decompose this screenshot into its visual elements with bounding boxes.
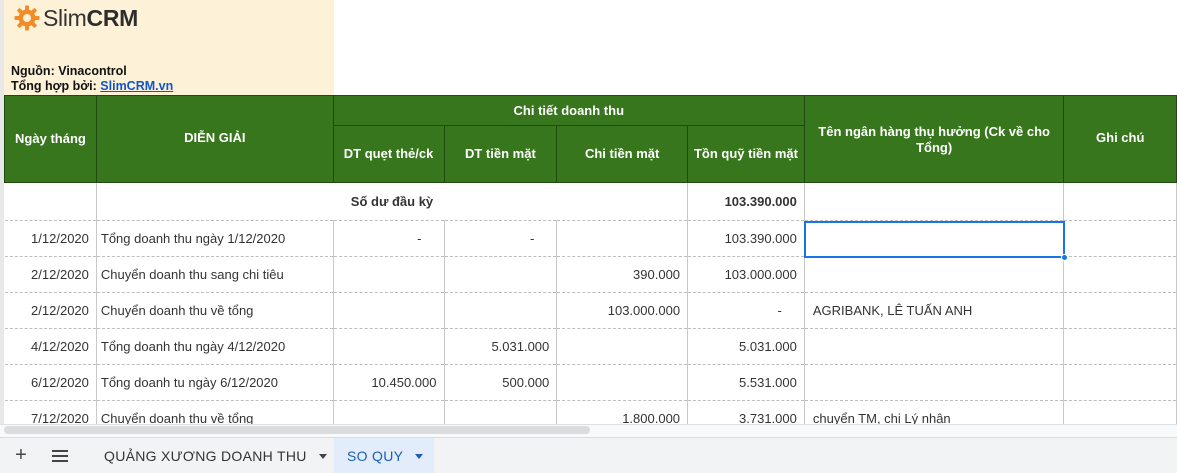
cell-card[interactable]: [333, 328, 445, 365]
cell-balance[interactable]: 5.031.000: [687, 328, 805, 365]
cell-balance[interactable]: 103.000.000: [687, 256, 805, 293]
cell-date[interactable]: 2/12/2020: [4, 256, 97, 293]
table-row: 2/12/2020 Chuyển doanh thu về tổng 103.0…: [4, 292, 1177, 329]
cell-card[interactable]: [333, 256, 445, 293]
all-sheets-menu-icon[interactable]: [50, 447, 70, 465]
cell-balance[interactable]: 103.390.000: [687, 220, 805, 257]
compiled-by: Tổng hợp bởi: SlimCRM.vn: [11, 79, 174, 93]
cell-note[interactable]: [1063, 328, 1177, 365]
cell-spend[interactable]: 103.000.000: [556, 292, 689, 329]
caret-down-icon[interactable]: [415, 453, 424, 459]
cell-bank[interactable]: [804, 220, 1065, 257]
cell-balance[interactable]: 5.531.000: [687, 364, 805, 401]
tab-quang-xuong-doanh-thu[interactable]: QUẢNG XƯƠNG DOANH THU: [104, 438, 327, 473]
opening-balance-row: Số dư đầu kỳ 103.390.000: [4, 182, 1177, 221]
tab-label: SO QUY: [347, 448, 404, 464]
fill-handle[interactable]: [1061, 254, 1068, 261]
cell-note[interactable]: [1063, 364, 1177, 401]
cell-bank[interactable]: [804, 364, 1065, 401]
cell-cash[interactable]: 5.031.000: [444, 328, 558, 365]
header-revenue-detail[interactable]: Chi tiết doanh thu: [332, 95, 805, 126]
cell-date[interactable]: 2/12/2020: [4, 292, 97, 329]
cell[interactable]: [804, 182, 1065, 221]
cash-book-table: Ngày tháng DIỄN GIẢI Chi tiết doanh thu …: [4, 95, 1177, 437]
caret-down-icon[interactable]: [318, 453, 327, 459]
header-date[interactable]: Ngày tháng: [4, 95, 97, 183]
horizontal-scrollbar-thumb[interactable]: [4, 426, 590, 434]
header-note[interactable]: Ghi chú: [1063, 95, 1177, 183]
gear-icon: [14, 5, 40, 31]
cell-card[interactable]: -: [333, 220, 445, 257]
cell-description[interactable]: Tổng doanh thu ngày 4/12/2020: [96, 328, 334, 365]
cell-cash[interactable]: -: [444, 220, 558, 257]
cell-date[interactable]: 4/12/2020: [4, 328, 97, 365]
cell-note[interactable]: [1063, 292, 1177, 329]
add-sheet-button[interactable]: +: [10, 445, 32, 467]
cell-cash[interactable]: 500.000: [444, 364, 558, 401]
cell-cash[interactable]: [444, 256, 558, 293]
cell-note[interactable]: [1063, 256, 1177, 293]
cell-bank[interactable]: AGRIBANK, LÊ TUẤN ANH: [804, 292, 1065, 329]
source-label: Nguồn: Vinacontrol: [11, 64, 127, 78]
logo-block: SlimCRM Nguồn: Vinacontrol Tổng hợp bởi:…: [4, 0, 334, 96]
slimcrm-link[interactable]: SlimCRM.vn: [100, 79, 173, 93]
tab-so-quy[interactable]: SO QUY: [334, 438, 434, 473]
cell-spend[interactable]: [556, 328, 689, 365]
cell-card[interactable]: 10.450.000: [333, 364, 445, 401]
cell-spend[interactable]: [556, 364, 689, 401]
cell-note[interactable]: [1063, 220, 1177, 257]
table-row: 2/12/2020 Chuyển doanh thu sang chi tiêu…: [4, 256, 1177, 293]
table-row: 4/12/2020 Tổng doanh thu ngày 4/12/2020 …: [4, 328, 1177, 365]
cell-description[interactable]: Tổng doanh tu ngày 6/12/2020: [96, 364, 334, 401]
header-description[interactable]: DIỄN GIẢI: [95, 95, 334, 183]
header-cash-spend[interactable]: Chi tiền mặt: [556, 125, 689, 183]
cell-cash[interactable]: [444, 292, 558, 329]
sheet-tab-bar: + QUẢNG XƯƠNG DOANH THU SO QUY: [0, 437, 1177, 473]
cell-spend[interactable]: [556, 220, 689, 257]
cell-description[interactable]: Chuyển doanh thu sang chi tiêu: [96, 256, 334, 293]
header-card[interactable]: DT quẹt thẻ/ck: [332, 125, 445, 183]
cell-card[interactable]: [333, 292, 445, 329]
table-row: 6/12/2020 Tổng doanh tu ngày 6/12/2020 1…: [4, 364, 1177, 401]
cell[interactable]: [1063, 182, 1177, 221]
cell-bank[interactable]: [804, 328, 1065, 365]
header-bank[interactable]: Tên ngân hàng thụ hưởng (Ck về cho Tổng): [803, 95, 1065, 183]
cell-spend[interactable]: 390.000: [556, 256, 689, 293]
cell-balance[interactable]: -: [687, 292, 805, 329]
cell-description[interactable]: Tổng doanh thu ngày 1/12/2020: [96, 220, 334, 257]
cell-date[interactable]: 1/12/2020: [4, 220, 97, 257]
header-fund-balance[interactable]: Tồn quỹ tiền mặt: [687, 125, 805, 183]
opening-balance-label[interactable]: Số dư đầu kỳ: [96, 182, 689, 221]
cell-description[interactable]: Chuyển doanh thu về tổng: [96, 292, 334, 329]
tab-label: QUẢNG XƯƠNG DOANH THU: [104, 448, 307, 464]
logo-text: SlimCRM: [43, 4, 139, 31]
table-row: 1/12/2020 Tổng doanh thu ngày 1/12/2020 …: [4, 220, 1177, 257]
cell-bank[interactable]: [804, 256, 1065, 293]
cell-date[interactable]: 6/12/2020: [4, 364, 97, 401]
opening-balance-value[interactable]: 103.390.000: [687, 182, 805, 221]
cell[interactable]: [4, 182, 97, 221]
slimcrm-logo: SlimCRM: [13, 4, 138, 32]
header-cash[interactable]: DT tiền mặt: [443, 125, 558, 183]
